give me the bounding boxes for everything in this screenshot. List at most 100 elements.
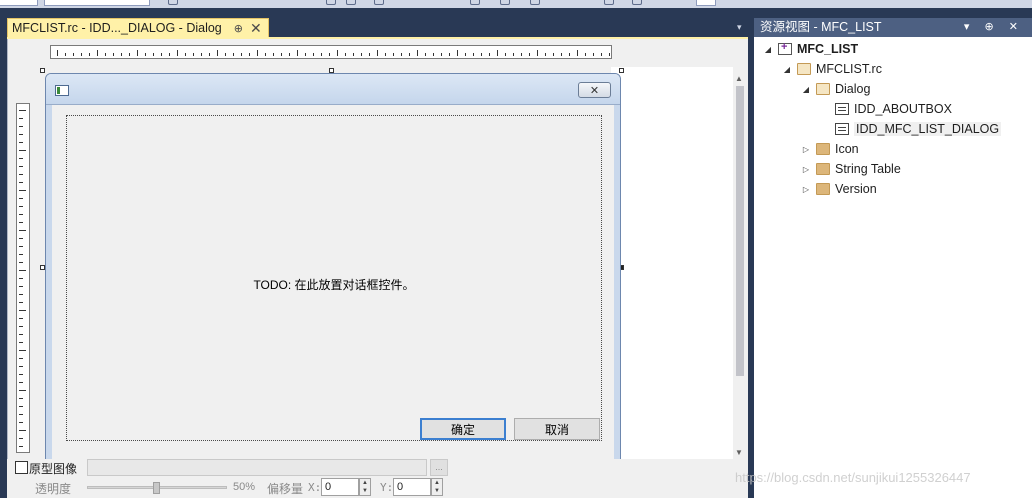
vertical-scrollbar[interactable]: ▲ ▼	[733, 74, 746, 459]
resize-handle[interactable]	[40, 68, 45, 73]
prototype-label: 原型图像	[29, 462, 78, 476]
document-tab[interactable]: MFCLIST.rc - IDD..._DIALOG - Dialog ⊕ ✕	[7, 18, 269, 37]
dialog-titlebar[interactable]: ✕	[46, 74, 620, 105]
dialog-app-icon	[55, 85, 69, 96]
expanded-arrow-icon[interactable]: ◢	[781, 65, 793, 74]
cancel-button[interactable]: 取消	[514, 418, 600, 440]
vertical-ruler[interactable]	[16, 103, 30, 453]
ruler-tick	[529, 53, 530, 56]
project-icon	[778, 41, 792, 55]
offset-x-spinner[interactable]: ▲ ▼	[359, 478, 371, 496]
dialog-preview[interactable]: ✕ TODO: 在此放置对话框控件。 确定 取消	[45, 73, 621, 463]
scroll-up-icon[interactable]: ▲	[735, 74, 743, 83]
offset-x-input[interactable]: 0	[321, 478, 359, 496]
tree-item[interactable]: ▷ Icon	[800, 139, 859, 159]
ruler-tick	[19, 438, 23, 439]
ok-button[interactable]: 确定	[420, 418, 506, 440]
ruler-tick	[19, 382, 23, 383]
offset-y-spinner[interactable]: ▲ ▼	[431, 478, 443, 496]
browse-button[interactable]: ...	[430, 459, 448, 476]
ruler-tick	[19, 190, 26, 191]
ruler-tick	[19, 398, 23, 399]
ruler-tick	[433, 53, 434, 56]
collapsed-arrow-icon[interactable]: ▷	[800, 165, 812, 174]
dialog-close-button[interactable]: ✕	[578, 82, 611, 98]
folder-open-icon	[797, 63, 811, 75]
ruler-tick	[81, 53, 82, 56]
toolbar-button-icon[interactable]	[346, 0, 356, 5]
tree-item[interactable]: ▷ Version	[800, 179, 877, 199]
tree-item[interactable]: ◢ MFCLIST.rc	[781, 59, 882, 79]
ruler-tick	[19, 134, 23, 135]
toolbar-button-icon[interactable]	[632, 0, 642, 5]
tab-overflow-icon[interactable]: ▾	[737, 22, 748, 33]
ruler-tick	[289, 53, 290, 56]
toolbar-button-icon[interactable]	[326, 0, 336, 5]
ruler-tick	[19, 150, 26, 151]
toolbar-combo-left[interactable]	[0, 0, 38, 6]
panel-window-buttons[interactable]: ▾ ⊕ ✕	[964, 18, 1024, 37]
ruler-tick	[401, 53, 402, 56]
resource-view-title: 资源视图 - MFC_LIST	[760, 20, 882, 34]
ruler-tick	[19, 198, 23, 199]
resource-view-titlebar[interactable]: 资源视图 - MFC_LIST ▾ ⊕ ✕	[754, 18, 1032, 37]
ruler-tick	[137, 50, 138, 56]
expanded-arrow-icon[interactable]: ◢	[800, 85, 812, 94]
prototype-path-field[interactable]	[87, 459, 427, 476]
tree-item[interactable]: IDD_MFC_LIST_DIALOG	[819, 119, 1002, 139]
resource-view-panel: 资源视图 - MFC_LIST ▾ ⊕ ✕ ◢ MFC_LIST ◢ MFCLIST.…	[752, 18, 1032, 498]
ruler-tick	[337, 50, 338, 56]
offset-y-input[interactable]: 0	[393, 478, 431, 496]
tree-item[interactable]: IDD_ABOUTBOX	[819, 99, 952, 119]
top-toolbar	[0, 0, 1032, 8]
toolbar-button-icon[interactable]	[374, 0, 384, 5]
scroll-down-icon[interactable]: ▼	[735, 448, 743, 457]
toolbar-button-icon[interactable]	[470, 0, 480, 5]
pin-icon[interactable]: ⊕	[234, 22, 243, 35]
todo-static-text[interactable]: TODO: 在此放置对话框控件。	[67, 276, 601, 293]
ruler-tick	[201, 53, 202, 56]
resource-editor: MFCLIST.rc - IDD..._DIALOG - Dialog ⊕ ✕ …	[0, 8, 752, 498]
close-icon: ✕	[589, 84, 600, 97]
ruler-tick	[249, 53, 250, 56]
tree-item[interactable]: ▷ String Table	[800, 159, 901, 179]
toolbar-button-icon[interactable]	[168, 0, 178, 5]
ruler-tick	[561, 53, 562, 56]
expanded-arrow-icon[interactable]: ◢	[762, 45, 774, 54]
ruler-tick	[19, 286, 23, 287]
tree-item[interactable]: ◢ MFC_LIST	[762, 39, 858, 59]
scroll-thumb[interactable]	[736, 86, 744, 376]
dialog-canvas[interactable]: ✕ TODO: 在此放置对话框控件。 确定 取消 ▲ ▼	[7, 39, 748, 498]
folder-open-icon	[816, 83, 830, 95]
ruler-tick	[19, 222, 23, 223]
ruler-tick	[313, 53, 314, 56]
toolbar-button-icon[interactable]	[604, 0, 614, 5]
toolbar-combo-config[interactable]	[44, 0, 150, 6]
ruler-tick	[19, 310, 26, 311]
ruler-tick	[193, 53, 194, 56]
tree-item-label: Version	[835, 182, 877, 196]
horizontal-ruler[interactable]	[50, 45, 612, 59]
ruler-tick	[19, 238, 23, 239]
ruler-tick	[19, 246, 23, 247]
ruler-tick	[209, 53, 210, 56]
tree-item[interactable]: ◢ Dialog	[800, 79, 871, 99]
ruler-tick	[65, 53, 66, 56]
transparency-slider-thumb[interactable]	[153, 482, 160, 494]
ruler-tick	[19, 206, 23, 207]
dialog-client-area[interactable]: TODO: 在此放置对话框控件。	[66, 115, 602, 441]
tab-close-icon[interactable]: ✕	[250, 21, 262, 35]
ruler-tick	[153, 53, 154, 56]
prototype-checkbox[interactable]	[15, 461, 28, 474]
folder-icon	[816, 183, 830, 195]
resize-handle[interactable]	[619, 68, 624, 73]
toolbar-button-icon[interactable]	[530, 0, 540, 5]
ruler-tick	[489, 53, 490, 56]
collapsed-arrow-icon[interactable]: ▷	[800, 145, 812, 154]
toolbar-button-icon[interactable]	[500, 0, 510, 5]
toolbar-dropdown[interactable]	[696, 0, 716, 6]
ruler-tick	[19, 270, 26, 271]
transparency-label: 透明度	[35, 482, 72, 496]
collapsed-arrow-icon[interactable]: ▷	[800, 185, 812, 194]
folder-icon	[816, 163, 830, 175]
